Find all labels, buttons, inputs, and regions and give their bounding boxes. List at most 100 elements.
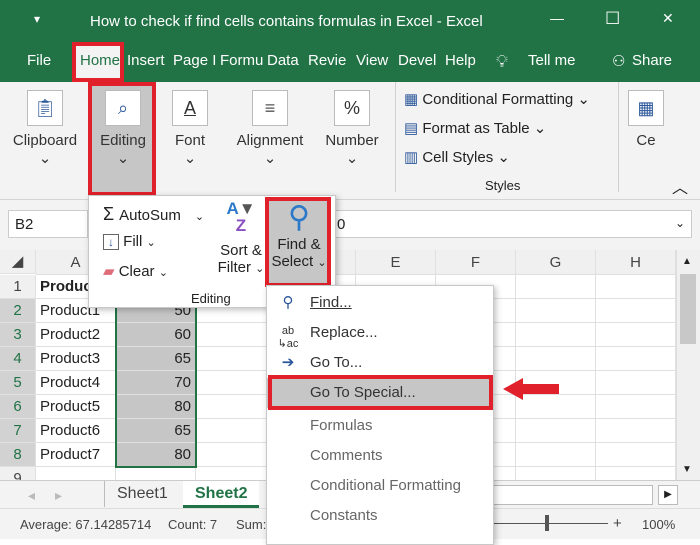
- tab-help[interactable]: Help: [445, 52, 476, 69]
- column-header-e[interactable]: E: [356, 250, 436, 275]
- cell-product[interactable]: Product6: [36, 419, 116, 443]
- cell[interactable]: [596, 419, 676, 443]
- row-header[interactable]: 2: [0, 299, 36, 323]
- font-group[interactable]: A Font ⌄: [165, 90, 215, 167]
- cell-value[interactable]: 65: [116, 419, 196, 443]
- cell[interactable]: [596, 347, 676, 371]
- close-button[interactable]: ✕: [662, 10, 674, 27]
- cells-group[interactable]: ▦ Ce: [626, 90, 666, 149]
- menu-item-formulas[interactable]: Formulas: [267, 411, 493, 441]
- tab-insert[interactable]: Insert: [127, 52, 165, 69]
- row-header[interactable]: 7: [0, 419, 36, 443]
- cell-value[interactable]: 80: [116, 395, 196, 419]
- sort-filter-button[interactable]: A▼ Z Sort & Filter ⌄: [217, 200, 265, 276]
- tell-me-input[interactable]: Tell me: [528, 52, 576, 69]
- zoom-slider[interactable]: [493, 523, 608, 524]
- next-sheet-icon[interactable]: ▸: [55, 487, 62, 504]
- tab-formulas[interactable]: Formu: [220, 52, 263, 69]
- format-as-table-button[interactable]: ▤ Format as Table ⌄: [404, 119, 546, 137]
- cell[interactable]: [516, 323, 596, 347]
- row-header[interactable]: 1: [0, 275, 36, 299]
- tab-page-layout[interactable]: Page I: [173, 52, 216, 69]
- row-header[interactable]: 8: [0, 443, 36, 467]
- clipboard-group[interactable]: 📋︎ Clipboard ⌄: [10, 90, 80, 167]
- cell-product[interactable]: Product5: [36, 395, 116, 419]
- cell[interactable]: [596, 371, 676, 395]
- divider: [395, 82, 396, 192]
- row-header[interactable]: 3: [0, 323, 36, 347]
- sheet-tab-sheet1[interactable]: Sheet1: [104, 481, 180, 507]
- zoom-in-icon[interactable]: +: [613, 515, 622, 532]
- cell[interactable]: [516, 275, 596, 299]
- share-button[interactable]: Share: [632, 52, 672, 69]
- cell[interactable]: [596, 443, 676, 467]
- cell-value[interactable]: 65: [116, 347, 196, 371]
- cell-value[interactable]: 60: [116, 323, 196, 347]
- row-header[interactable]: 5: [0, 371, 36, 395]
- column-header-g[interactable]: G: [516, 250, 596, 275]
- cell[interactable]: [196, 395, 276, 419]
- scroll-right-icon[interactable]: ▶: [658, 485, 678, 505]
- tab-file[interactable]: File: [27, 52, 51, 69]
- tab-data[interactable]: Data: [267, 52, 299, 69]
- cell-value[interactable]: 70: [116, 371, 196, 395]
- status-sum: Sum:: [236, 517, 267, 532]
- row-header[interactable]: 6: [0, 395, 36, 419]
- name-box[interactable]: B2: [8, 210, 88, 238]
- horizontal-scrollbar[interactable]: [493, 485, 653, 505]
- cell[interactable]: [516, 443, 596, 467]
- cell-product[interactable]: Product4: [36, 371, 116, 395]
- sheet-tab-sheet2[interactable]: Sheet2: [183, 481, 260, 508]
- minimize-button[interactable]: —: [550, 10, 564, 26]
- collapse-ribbon-icon[interactable]: ︿: [672, 174, 688, 198]
- row-header[interactable]: 4: [0, 347, 36, 371]
- menu-item-constants[interactable]: Constants: [267, 501, 493, 531]
- cell[interactable]: [516, 347, 596, 371]
- menu-item-goto[interactable]: ➔ Go To...: [267, 348, 493, 378]
- cell[interactable]: [196, 443, 276, 467]
- cell[interactable]: [196, 323, 276, 347]
- cell[interactable]: [516, 299, 596, 323]
- alignment-group[interactable]: ≡ Alignment ⌄: [232, 90, 308, 167]
- maximize-button[interactable]: ☐: [605, 9, 620, 29]
- clear-button[interactable]: ▰ Clear ⌄: [103, 262, 168, 280]
- tab-review[interactable]: Revie: [308, 52, 346, 69]
- menu-item-find[interactable]: ⚲ Find...: [267, 288, 493, 318]
- cell-value[interactable]: 80: [116, 443, 196, 467]
- cell[interactable]: [196, 347, 276, 371]
- cell[interactable]: [596, 323, 676, 347]
- zoom-slider-thumb[interactable]: [545, 515, 549, 531]
- column-header-h[interactable]: H: [596, 250, 676, 275]
- number-group[interactable]: % Number ⌄: [322, 90, 382, 167]
- arrow-right-icon: ➔: [281, 354, 295, 371]
- menu-item-conditional-formatting[interactable]: Conditional Formatting: [267, 471, 493, 501]
- autosum-label: AutoSum: [119, 207, 181, 224]
- menu-item-replace[interactable]: ab ↳ac Replace...: [267, 318, 493, 350]
- formula-input[interactable]: 0 ⌄: [330, 210, 692, 238]
- scroll-down-icon[interactable]: ▼: [682, 464, 692, 475]
- cell[interactable]: [196, 419, 276, 443]
- cell-product[interactable]: Product3: [36, 347, 116, 371]
- menu-item-comments[interactable]: Comments: [267, 441, 493, 471]
- prev-sheet-icon[interactable]: ◂: [28, 487, 35, 504]
- vertical-scrollbar[interactable]: ▲ ▼: [676, 250, 700, 480]
- cell-styles-button[interactable]: ▥ Cell Styles ⌄: [404, 148, 510, 166]
- cell[interactable]: [516, 419, 596, 443]
- cell-product[interactable]: Product7: [36, 443, 116, 467]
- cell[interactable]: [596, 395, 676, 419]
- select-all-corner[interactable]: ◢: [0, 250, 36, 274]
- cell[interactable]: [596, 299, 676, 323]
- scroll-up-icon[interactable]: ▲: [682, 256, 692, 267]
- cell-product[interactable]: Product2: [36, 323, 116, 347]
- quick-access-icon[interactable]: ▾: [34, 12, 40, 26]
- fill-button[interactable]: ↓ Fill ⌄: [103, 233, 156, 250]
- tab-developer[interactable]: Devel: [398, 52, 436, 69]
- cell[interactable]: [196, 371, 276, 395]
- conditional-formatting-button[interactable]: ▦ Conditional Formatting ⌄: [404, 90, 590, 108]
- formula-value: 0: [337, 216, 346, 233]
- column-header-f[interactable]: F: [436, 250, 516, 275]
- tab-view[interactable]: View: [356, 52, 388, 69]
- cell[interactable]: [596, 275, 676, 299]
- autosum-button[interactable]: Σ AutoSum ⌄: [103, 204, 204, 225]
- scroll-thumb[interactable]: [680, 274, 696, 344]
